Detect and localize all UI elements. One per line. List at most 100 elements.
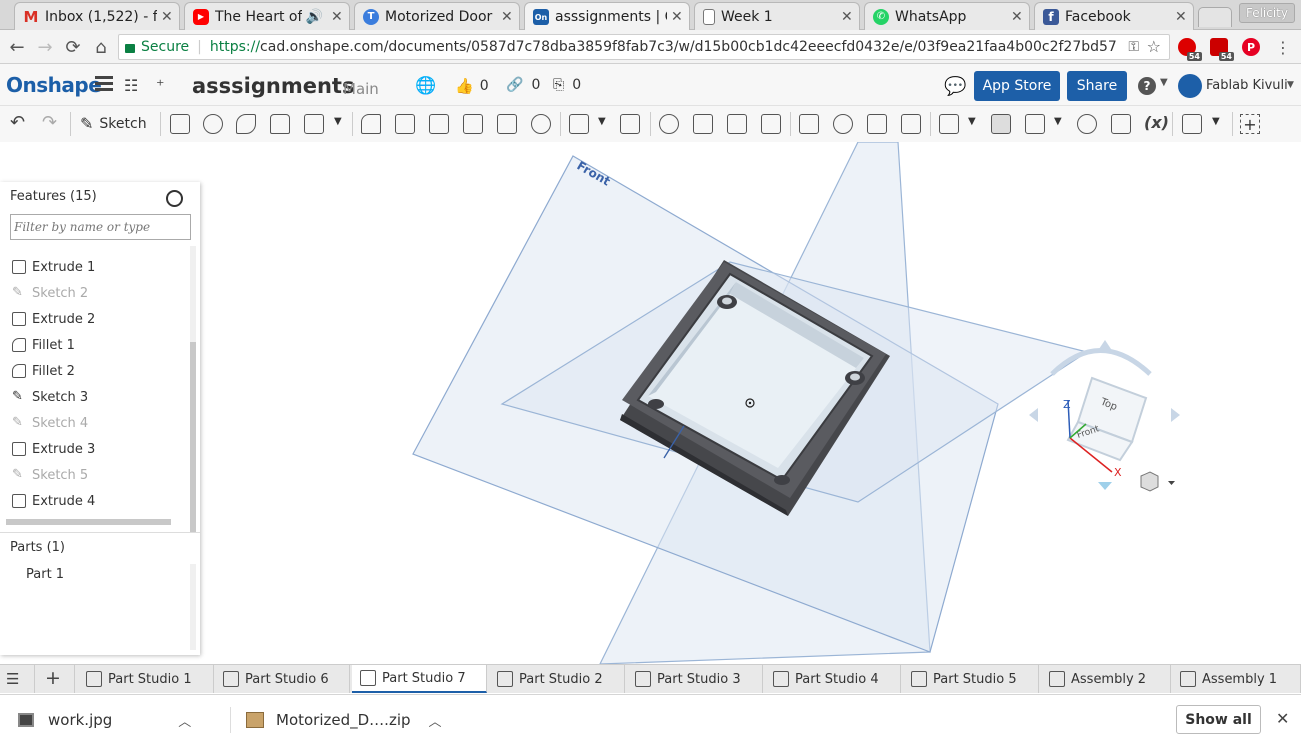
profile-button[interactable]: Felicity	[1238, 3, 1295, 23]
move-face-icon[interactable]	[867, 114, 887, 134]
key-icon[interactable]: ⚿	[1128, 39, 1139, 55]
feature-item-extrude-1[interactable]: Extrude 1	[12, 256, 95, 278]
chamfer-icon[interactable]	[395, 114, 415, 134]
feature-filter-input[interactable]: Filter by name or type	[10, 214, 191, 240]
modify-fillet-icon[interactable]	[799, 114, 819, 134]
rotate-down-icon[interactable]	[1098, 482, 1112, 490]
mirror-icon[interactable]	[620, 114, 640, 134]
adblock-icon[interactable]: 54	[1210, 38, 1234, 61]
feature-item-extrude-2[interactable]: Extrude 2	[12, 308, 95, 330]
part-item-part-1[interactable]: Part 1	[26, 567, 64, 582]
browser-tab-whatsapp[interactable]: ✆ WhatsApp ✕	[864, 2, 1030, 30]
hamburger-menu-icon[interactable]	[95, 76, 113, 92]
rotate-left-icon[interactable]	[1029, 408, 1038, 422]
horizontal-scrollbar[interactable]	[6, 519, 171, 525]
feature-list-icon[interactable]: ☷	[124, 76, 138, 95]
measure-icon[interactable]	[1077, 114, 1097, 134]
star-icon[interactable]: ☆	[1147, 37, 1161, 56]
rib-icon[interactable]	[463, 114, 483, 134]
likes-button[interactable]: 👍 0	[455, 77, 489, 95]
parts-scrollbar[interactable]	[190, 564, 196, 650]
variable-icon[interactable]: (x)	[1144, 113, 1169, 132]
loft-icon[interactable]	[270, 114, 290, 134]
pinterest-icon[interactable]: P	[1242, 38, 1260, 56]
add-custom-feature-icon[interactable]: +	[1240, 114, 1260, 134]
delete-part-icon[interactable]	[761, 114, 781, 134]
tab-part-studio-6[interactable]: Part Studio 6	[215, 665, 350, 693]
feature-item-fillet-2[interactable]: Fillet 2	[12, 360, 75, 382]
home-icon[interactable]: ⌂	[90, 36, 112, 58]
branch-name[interactable]: Main	[343, 80, 379, 98]
feature-list-scrollbar[interactable]	[190, 246, 196, 532]
close-tab-icon[interactable]: ✕	[161, 9, 173, 25]
feature-item-sketch-4[interactable]: ✎ Sketch 4	[12, 412, 88, 434]
rotate-up-icon[interactable]	[1099, 340, 1111, 349]
chevron-up-icon[interactable]: ︿	[429, 711, 442, 730]
sketch-button[interactable]: ✎ Sketch	[80, 114, 147, 133]
comments-icon[interactable]: 💬	[944, 76, 966, 97]
chevron-down-icon[interactable]: ▼	[598, 116, 606, 127]
download-item-motorized-zip[interactable]: Motorized_D….zip ︿	[246, 705, 442, 735]
feature-item-sketch-3[interactable]: ✎ Sketch 3	[12, 386, 88, 408]
shell-icon[interactable]	[497, 114, 517, 134]
close-tab-icon[interactable]: ✕	[501, 9, 513, 25]
add-element-icon[interactable]: +	[45, 667, 61, 689]
user-name[interactable]: Fablab Kivuli	[1206, 78, 1288, 93]
secure-badge[interactable]: Secure	[125, 39, 189, 55]
extrude-icon[interactable]	[170, 114, 190, 134]
chevron-up-icon[interactable]: ︿	[178, 711, 191, 730]
view-options-button[interactable]	[1140, 471, 1175, 492]
helix-icon[interactable]	[1025, 114, 1045, 134]
browser-tab-week1[interactable]: Week 1 ✕	[694, 2, 860, 30]
globe-icon[interactable]: 🌐	[415, 76, 436, 96]
revolve-icon[interactable]	[203, 114, 223, 134]
speaker-icon[interactable]: 🔊	[306, 9, 323, 25]
rotate-right-icon[interactable]	[1171, 408, 1180, 422]
help-icon[interactable]: ?	[1138, 77, 1156, 95]
transform-icon[interactable]	[727, 114, 747, 134]
close-tab-icon[interactable]: ✕	[671, 9, 683, 25]
tab-part-studio-1[interactable]: Part Studio 1	[78, 665, 214, 693]
insert-icon[interactable]: ⁺	[156, 76, 164, 95]
rollback-timer-icon[interactable]	[166, 190, 183, 207]
chevron-down-icon[interactable]	[1168, 481, 1175, 485]
element-list-icon[interactable]: ☰	[6, 670, 19, 688]
close-tab-icon[interactable]: ✕	[331, 9, 343, 25]
close-tab-icon[interactable]: ✕	[1011, 9, 1023, 25]
chevron-down-icon[interactable]: ▼	[334, 116, 342, 127]
section-view-icon[interactable]	[1111, 114, 1131, 134]
custom-feature-icon[interactable]	[1182, 114, 1202, 134]
tab-assembly-2[interactable]: Assembly 2	[1041, 665, 1171, 693]
split-icon[interactable]	[693, 114, 713, 134]
tab-assembly-1[interactable]: Assembly 1	[1172, 665, 1301, 693]
close-tab-icon[interactable]: ✕	[841, 9, 853, 25]
new-tab-button[interactable]	[1198, 7, 1232, 27]
close-icon[interactable]: ✕	[1276, 709, 1289, 728]
feature-item-extrude-4[interactable]: Extrude 4	[12, 490, 95, 512]
chevron-down-icon[interactable]: ▼	[1160, 77, 1168, 88]
chevron-down-icon[interactable]: ▼	[1212, 116, 1220, 127]
reload-icon[interactable]: ⟳	[62, 36, 84, 58]
tab-part-studio-7[interactable]: Part Studio 7	[352, 665, 487, 693]
boolean-icon[interactable]	[659, 114, 679, 134]
hole-icon[interactable]	[531, 114, 551, 134]
share-button[interactable]: Share	[1067, 71, 1127, 101]
back-icon[interactable]: ←	[6, 36, 28, 58]
feature-item-sketch-5[interactable]: ✎ Sketch 5	[12, 464, 88, 486]
fillet-icon[interactable]	[361, 114, 381, 134]
chevron-down-icon[interactable]: ▼	[1287, 80, 1294, 90]
browser-tab-gmail[interactable]: M Inbox (1,522) - fe ✕	[14, 2, 180, 30]
extension-icon[interactable]: 54	[1178, 38, 1202, 61]
tab-part-studio-4[interactable]: Part Studio 4	[765, 665, 901, 693]
links-button[interactable]: 🔗 0	[506, 77, 540, 93]
user-avatar-icon[interactable]	[1178, 74, 1202, 98]
browser-tab-facebook[interactable]: f Facebook ✕	[1034, 2, 1194, 30]
draft-icon[interactable]	[429, 114, 449, 134]
plane-icon[interactable]	[939, 114, 959, 134]
feature-item-fillet-1[interactable]: Fillet 1	[12, 334, 75, 356]
download-item-work-jpg[interactable]: work.jpg ︿	[18, 705, 191, 735]
copies-button[interactable]: ⎘ 0	[553, 77, 581, 93]
show-all-downloads-button[interactable]: Show all	[1176, 705, 1261, 734]
tab-part-studio-2[interactable]: Part Studio 2	[489, 665, 625, 693]
thicken-icon[interactable]	[304, 114, 324, 134]
